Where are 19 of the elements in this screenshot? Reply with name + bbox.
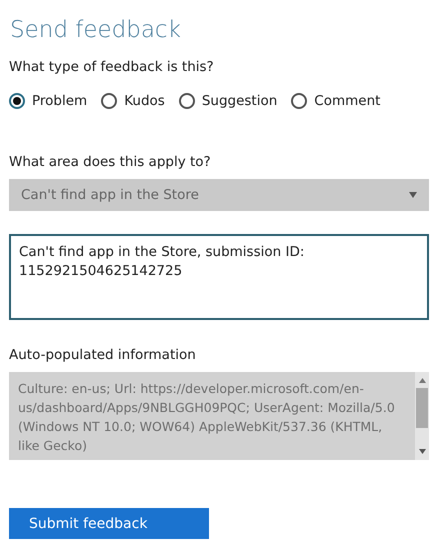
question-label: What area does this apply to? bbox=[9, 153, 212, 171]
scroll-up-icon[interactable] bbox=[418, 378, 426, 383]
scrollbar[interactable] bbox=[415, 372, 429, 460]
radio-button-icon[interactable] bbox=[101, 93, 118, 109]
radio-option[interactable]: Kudos bbox=[101, 93, 165, 109]
page-title: Send feedback bbox=[10, 16, 182, 45]
scroll-down-icon[interactable] bbox=[418, 449, 426, 454]
radio-option[interactable]: Problem bbox=[9, 93, 88, 109]
section-label: Auto-populated information bbox=[9, 346, 197, 364]
radio-option[interactable]: Comment bbox=[291, 93, 380, 109]
description-field[interactable]: Can't find app in the Store, submission ID: 1152921504625142725 bbox=[9, 234, 429, 320]
caret-icon bbox=[409, 192, 417, 198]
radio-button-icon[interactable] bbox=[178, 93, 195, 109]
radio-button-icon[interactable] bbox=[9, 93, 25, 109]
radio-option[interactable]: Suggestion bbox=[178, 93, 278, 109]
radio-button-icon[interactable] bbox=[291, 93, 308, 109]
auto-info-field: Culture: en-us; Url: https://developer.microsoft.com/en-us/dashboard/Apps/9NBLGGH09PQC; UserAgent: Mozilla/5.0 (Windows NT 10.0; WOW64) AppleWebKit/537.36 (KHTML, like Gecko) bbox=[9, 372, 429, 460]
submit-button[interactable]: Submit feedback bbox=[9, 508, 209, 539]
question-label: What type of feedback is this? bbox=[9, 58, 215, 76]
